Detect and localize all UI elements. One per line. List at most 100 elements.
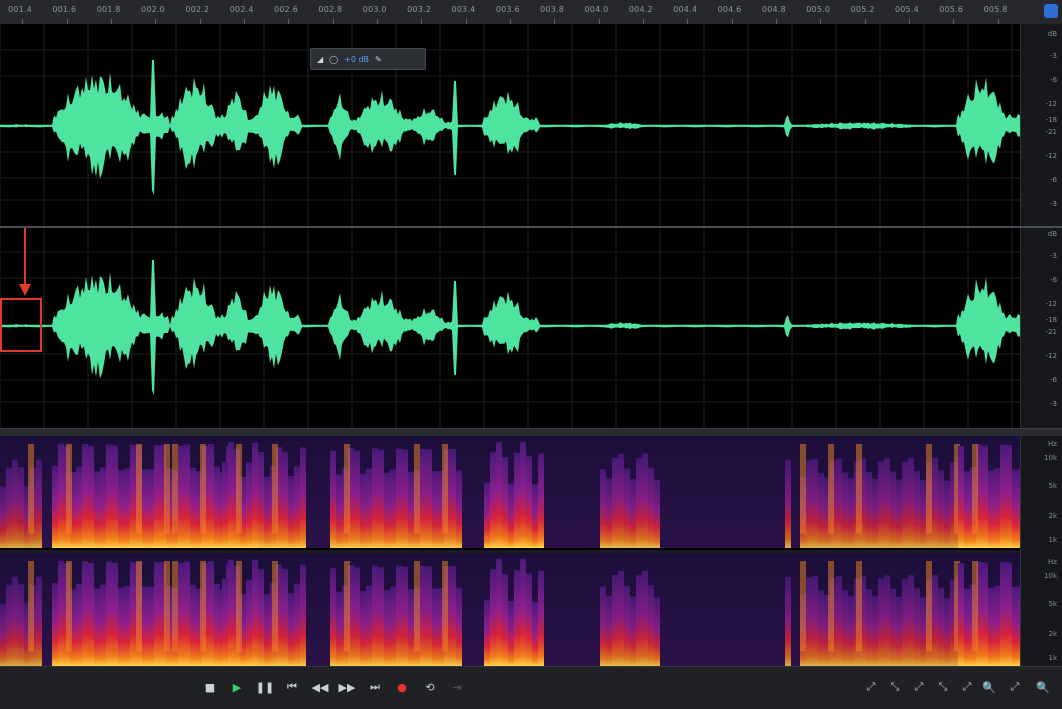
zoom-in-icon[interactable]: ⤢	[908, 676, 930, 698]
spectrogram-column	[378, 450, 384, 548]
ruler-label: 002.2	[185, 5, 210, 14]
spectrogram-burst	[66, 444, 72, 534]
spectrogram-column	[806, 460, 812, 548]
spectrogram-column	[994, 585, 1000, 666]
spectrogram-column	[118, 470, 124, 548]
loop-button[interactable]: ⟲	[418, 675, 442, 699]
spectrogram-column	[630, 596, 636, 666]
spectrogram-column	[208, 561, 214, 666]
spectrogram-column	[836, 458, 842, 548]
spectrogram-column	[618, 453, 624, 548]
spectrogram-column	[12, 459, 18, 548]
record-button[interactable]: ●	[390, 675, 414, 699]
spectrogram-column	[785, 576, 791, 666]
zoom-reset-icon[interactable]: 🔍	[1032, 676, 1054, 698]
spectrogram-column	[866, 589, 872, 666]
spectrogram-column	[148, 469, 154, 548]
spectrogram-column	[124, 585, 130, 666]
spectrogram-column	[154, 562, 160, 666]
spectrogram-column	[0, 603, 6, 666]
spectrogram-column	[402, 449, 408, 548]
spectrogram-column	[228, 442, 234, 548]
fast-forward-button[interactable]: ▶▶	[335, 675, 359, 699]
spectrogram-column	[264, 594, 270, 666]
zoom-full-icon[interactable]: ⤢	[956, 676, 978, 698]
zoom-out-icon[interactable]: ⤡	[932, 676, 954, 698]
hud-toolbar[interactable]: ◢ ◯ +0 dB ✎	[310, 48, 426, 70]
spectrogram-column	[208, 444, 214, 548]
spectrogram-column	[624, 468, 630, 548]
spectrogram-burst	[164, 561, 170, 652]
spectrogram-column	[944, 598, 950, 666]
scroll-indicator[interactable]	[1044, 4, 1058, 18]
spectrogram-column	[1012, 586, 1018, 666]
zoom-selection-icon[interactable]: 🔍	[978, 676, 1000, 698]
spectrogram-column	[514, 452, 520, 548]
spectrogram-column	[252, 442, 258, 548]
spectrogram-burst	[200, 444, 206, 534]
channel-divider	[0, 226, 1062, 228]
skip-button[interactable]: ⇥	[445, 675, 469, 699]
spectrogram-column	[1000, 444, 1006, 548]
to-start-button[interactable]: ⏮	[280, 675, 304, 699]
spectrogram-burst	[136, 561, 142, 652]
spectrogram-column	[836, 575, 842, 666]
spectrogram-column	[532, 601, 538, 666]
spectrogram-column	[654, 597, 660, 666]
volume-icon[interactable]: ◢	[317, 55, 323, 64]
spectrogram-burst	[136, 444, 142, 534]
db-label: -12	[1045, 300, 1057, 308]
spectrogram-column	[18, 467, 24, 548]
ruler-label: 005.6	[939, 5, 964, 14]
spectrogram-column	[330, 450, 336, 548]
spectrogram-column	[988, 587, 994, 666]
zoom-amp-in-icon[interactable]: ⤢	[860, 676, 882, 698]
zoom-in-out-icon[interactable]: ⤢	[1004, 676, 1026, 698]
spectrogram-column	[94, 471, 100, 548]
spectrogram-column	[384, 472, 390, 548]
spectrogram-column	[848, 478, 854, 548]
pencil-icon[interactable]: ✎	[375, 55, 382, 64]
spectrogram-column	[502, 574, 508, 666]
spectrogram-column	[982, 445, 988, 548]
zoom-amp-out-icon[interactable]: ⤡	[884, 676, 906, 698]
hz-label: 5k	[1048, 482, 1057, 490]
spectrogram-column	[82, 561, 88, 666]
spectrogram-column	[426, 566, 432, 666]
spectrogram-column	[52, 583, 58, 666]
spectrogram-column	[82, 444, 88, 548]
spectrogram-column	[402, 566, 408, 666]
db-label: -18	[1045, 316, 1057, 324]
spectrogram-burst	[164, 444, 170, 534]
db-label: -21	[1045, 128, 1057, 136]
ruler-label: 002.8	[318, 5, 343, 14]
spectrogram-column	[222, 461, 228, 548]
knob-icon[interactable]: ◯	[329, 55, 338, 64]
db-label: -3	[1050, 400, 1057, 408]
spectrogram-column	[1000, 561, 1006, 666]
to-end-button[interactable]: ⏭	[363, 675, 387, 699]
ruler-label: 002.0	[141, 5, 165, 14]
spectrogram-column	[1006, 562, 1012, 666]
stop-button[interactable]: ■	[198, 675, 222, 699]
spectrogram-column	[490, 452, 496, 548]
spectrogram-column	[294, 466, 300, 548]
spectrogram-column	[890, 588, 896, 666]
db-label: -6	[1050, 176, 1057, 184]
spectrogram-column	[178, 562, 184, 666]
db-label: -3	[1050, 52, 1057, 60]
timeline-ruler[interactable]: 001.4 001.6 001.8 002.0 002.2 002.4 002.6 002.8…	[0, 0, 1062, 25]
hz-label: 1k	[1048, 536, 1057, 544]
spectrogram-burst	[66, 561, 72, 652]
spectrogram-column	[818, 473, 824, 548]
ruler-label: 005.8	[983, 5, 1008, 14]
spectrogram-column	[94, 588, 100, 666]
db-label: dB	[1047, 30, 1057, 38]
play-button[interactable]: ▶	[225, 675, 249, 699]
pause-button[interactable]: ❚❚	[253, 675, 277, 699]
spectrogram-column	[1006, 445, 1012, 548]
rewind-button[interactable]: ◀◀	[308, 675, 332, 699]
spectrogram-burst	[828, 444, 834, 534]
spectrogram-burst	[926, 561, 932, 652]
spectrogram-column	[378, 567, 384, 666]
